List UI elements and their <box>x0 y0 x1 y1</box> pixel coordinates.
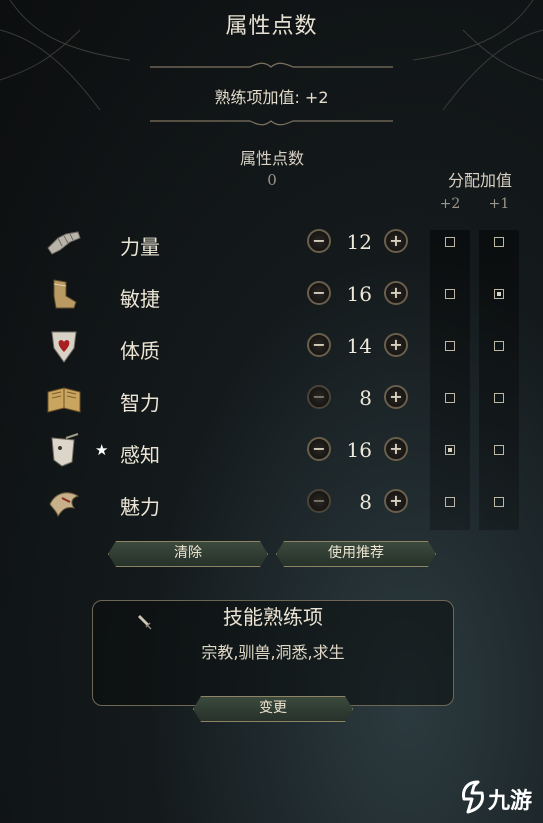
boot-icon <box>53 279 77 309</box>
ability-name: 力量 <box>120 235 160 259</box>
ability-score: 8 <box>359 490 372 514</box>
change-skills-button[interactable]: 变更 <box>193 696 353 722</box>
ability-score: 8 <box>359 386 372 410</box>
ornament-divider-bottom <box>150 120 393 126</box>
allocation-bonus-label: 分配加值 <box>447 171 512 190</box>
plus1-bonus-checkbox[interactable] <box>494 497 504 507</box>
plus2-bonus-checkbox[interactable] <box>445 445 455 455</box>
ability-score: 16 <box>346 438 372 462</box>
ability-score: 12 <box>346 230 372 254</box>
gauntlet-icon <box>47 231 81 255</box>
ability-row: 敏捷 −16 + <box>0 270 543 322</box>
ability-name: 敏捷 <box>120 287 160 311</box>
decrease-ability-button[interactable]: − <box>307 281 331 305</box>
proficiency-bonus: 熟练项加值: +2 <box>214 88 329 107</box>
wisdom-mask-icon <box>51 433 79 467</box>
decrease-ability-button[interactable]: − <box>307 437 331 461</box>
heart-shield-icon <box>51 331 77 363</box>
primary-ability-star-icon: ★ <box>95 441 109 459</box>
plus1-bonus-checkbox[interactable] <box>494 341 504 351</box>
plus1-bonus-checkbox[interactable] <box>494 393 504 403</box>
increase-ability-button[interactable]: + <box>384 281 408 305</box>
plus1-bonus-checkbox[interactable] <box>494 445 504 455</box>
ability-name: 魅力 <box>120 495 160 519</box>
ability-score: 14 <box>346 334 372 358</box>
increase-ability-button[interactable]: + <box>384 333 408 357</box>
decrease-ability-button[interactable]: − <box>307 333 331 357</box>
plus2-bonus-checkbox[interactable] <box>445 393 455 403</box>
jiuyou-logo-icon <box>462 780 484 814</box>
ability-name: 智力 <box>120 391 160 415</box>
plus1-bonus-checkbox[interactable] <box>494 289 504 299</box>
charisma-bird-icon <box>49 492 80 518</box>
skill-proficiency-title: 技能熟练项 <box>223 605 323 629</box>
decrease-ability-button[interactable]: − <box>307 489 331 513</box>
ability-points-value: 0 <box>267 171 277 189</box>
skill-proficiency-list: 宗教,驯兽,洞悉,求生 <box>201 643 345 662</box>
ability-row: 魅力 − 8 + <box>0 478 543 530</box>
decrease-ability-button[interactable]: − <box>307 229 331 253</box>
jiuyou-watermark-logo: 九游 <box>458 775 542 819</box>
plus2-bonus-checkbox[interactable] <box>445 341 455 351</box>
allocation-plus2-header: +2 <box>439 196 461 212</box>
plus2-bonus-checkbox[interactable] <box>445 237 455 247</box>
use-recommended-button[interactable]: 使用推荐 <box>276 541 436 567</box>
increase-ability-button[interactable]: + <box>384 385 408 409</box>
plus2-bonus-checkbox[interactable] <box>445 289 455 299</box>
open-book-icon <box>47 387 81 413</box>
watermark-text: 九游 <box>488 789 533 814</box>
plus1-bonus-checkbox[interactable] <box>494 237 504 247</box>
clear-button[interactable]: 清除 <box>108 541 268 567</box>
ability-name: 感知 <box>120 443 160 467</box>
ability-row: 体质 −14 + <box>0 322 543 374</box>
page-title: 属性点数 <box>225 14 318 39</box>
decrease-ability-button[interactable]: − <box>307 385 331 409</box>
plus2-bonus-checkbox[interactable] <box>445 497 455 507</box>
ability-row: 智力 − 8 + <box>0 374 543 426</box>
allocation-plus1-header: +1 <box>488 196 510 212</box>
ability-name: 体质 <box>120 339 160 363</box>
ability-points-label: 属性点数 <box>239 149 304 168</box>
increase-ability-button[interactable]: + <box>384 229 408 253</box>
ability-row: ★ 感知 −16 + <box>0 426 543 478</box>
ornament-divider-top <box>150 62 393 68</box>
increase-ability-button[interactable]: + <box>384 437 408 461</box>
ability-row: 力量 −12 + <box>0 218 543 270</box>
ability-score: 16 <box>346 282 372 306</box>
increase-ability-button[interactable]: + <box>384 489 408 513</box>
